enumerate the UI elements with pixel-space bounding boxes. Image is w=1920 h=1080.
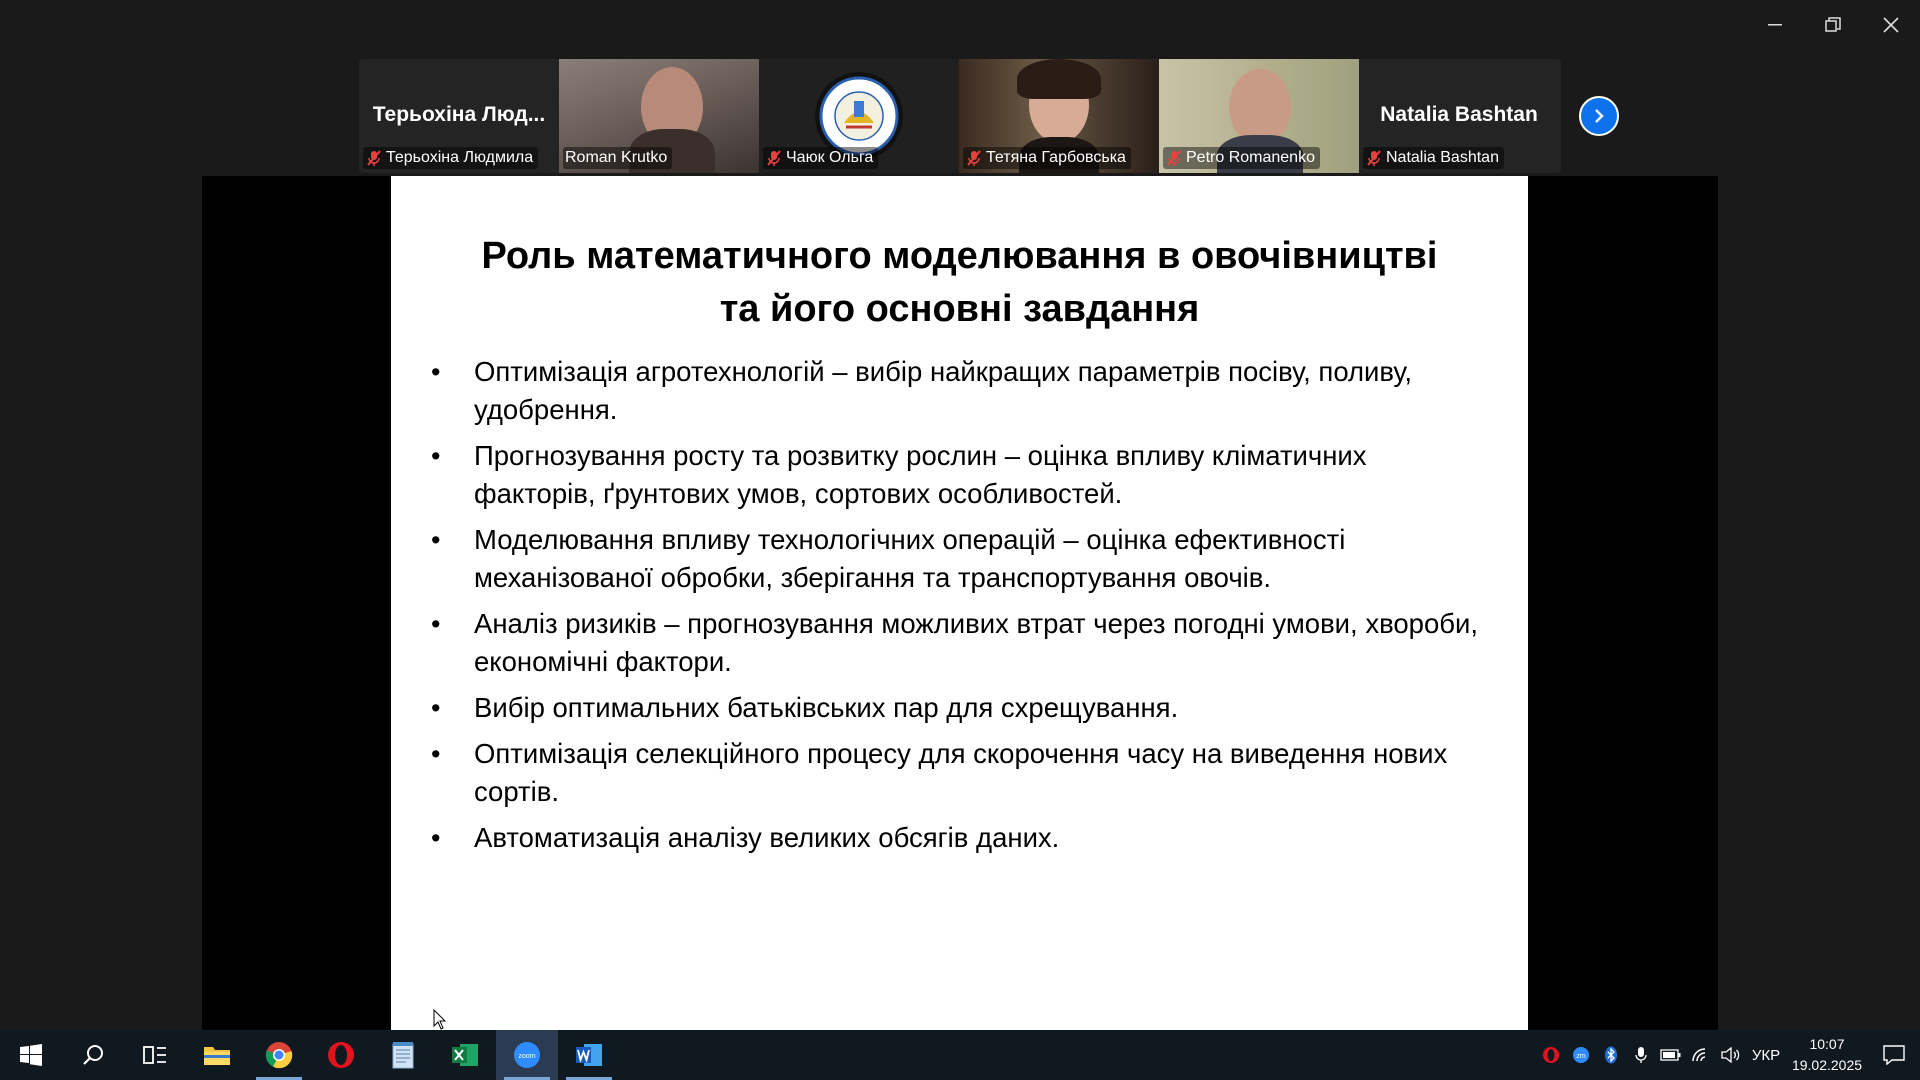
participant-name-label: Roman Krutko <box>563 147 673 169</box>
tray-wifi[interactable] <box>1686 1030 1716 1080</box>
participant-tile-active-speaker[interactable]: Roman Krutko <box>559 59 759 173</box>
taskbar-clock[interactable]: 10:07 19.02.2025 <box>1786 1034 1868 1076</box>
volume-icon <box>1721 1047 1740 1063</box>
tray-opera[interactable] <box>1536 1030 1566 1080</box>
bullet-item: Аналіз ризиків – прогнозування можливих … <box>431 605 1491 681</box>
participant-name: Petro Romanenko <box>1186 149 1315 166</box>
tray-microphone[interactable] <box>1626 1030 1656 1080</box>
participant-name-label: Petro Romanenko <box>1163 147 1320 169</box>
task-view-button[interactable] <box>124 1030 186 1080</box>
participant-tile[interactable]: Natalia Bashtan Natalia Bashtan <box>1359 59 1559 173</box>
windows-icon <box>20 1044 42 1066</box>
bullet-item: Оптимізація агротехнологій – вибір найкр… <box>431 353 1491 429</box>
participant-name-label: Терьохіна Людмила <box>363 147 539 169</box>
participant-name-label: Тетяна Гарбовська <box>963 147 1131 169</box>
participant-tile[interactable]: Petro Romanenko <box>1159 59 1359 173</box>
slide-title-line-1: Роль математичного моделювання в овочівн… <box>481 235 1438 277</box>
window-controls <box>1746 0 1920 50</box>
mic-muted-icon <box>367 150 381 166</box>
bullet-item: Автоматизація аналізу великих обсягів да… <box>431 819 1491 857</box>
mic-muted-icon <box>1367 150 1381 166</box>
bullet-item: Вибір оптимальних батьківських пар для с… <box>431 689 1491 727</box>
participant-tile[interactable]: Тетяна Гарбовська <box>959 59 1159 173</box>
taskbar-chrome[interactable] <box>248 1030 310 1080</box>
taskbar-notepad[interactable] <box>372 1030 434 1080</box>
slide-title-line-2: та його основні завдання <box>719 288 1200 330</box>
input-language-indicator[interactable]: УКР <box>1746 1047 1786 1064</box>
opera-tray-icon <box>1543 1047 1559 1063</box>
folder-icon <box>204 1047 230 1065</box>
start-button[interactable] <box>0 1030 62 1080</box>
bluetooth-icon <box>1605 1046 1617 1064</box>
tray-volume[interactable] <box>1716 1030 1746 1080</box>
taskbar-file-explorer[interactable] <box>186 1030 248 1080</box>
participant-tile[interactable]: Терьохіна Люд... Терьохіна Людмила <box>359 59 559 173</box>
bullet-item: Моделювання впливу технологічних операці… <box>431 521 1491 597</box>
participant-name: Тетяна Гарбовська <box>986 149 1126 166</box>
minimize-icon <box>1768 24 1782 26</box>
close-button[interactable] <box>1862 0 1920 50</box>
slide-title: Роль математичного моделювання в овочівн… <box>391 230 1528 336</box>
task-view-icon <box>143 1046 166 1064</box>
bullet-item: Оптимізація селекційного процесу для ско… <box>431 735 1491 811</box>
participant-name-label: Natalia Bashtan <box>1363 147 1504 169</box>
notification-icon <box>1883 1045 1905 1065</box>
close-icon <box>1883 17 1899 33</box>
participant-tile[interactable]: Чаюк Ольга <box>759 59 959 173</box>
svg-text:zoom: zoom <box>518 1053 535 1060</box>
next-participants-button[interactable] <box>1579 96 1619 136</box>
microphone-icon <box>1635 1047 1647 1063</box>
taskbar: zoom zm УКР 10:07 19.02.2025 <box>0 1030 1920 1080</box>
battery-icon <box>1660 1049 1681 1061</box>
chevron-right-icon <box>1595 109 1604 123</box>
mouse-cursor-icon <box>433 1009 447 1030</box>
participant-name-label: Чаюк Ольга <box>763 147 879 169</box>
zoom-tray-icon: zm <box>1573 1047 1589 1063</box>
zoom-icon: zoom <box>514 1042 540 1068</box>
svg-text:zm: zm <box>1576 1053 1586 1060</box>
search-icon <box>83 1045 103 1065</box>
participant-display-name: Терьохіна Люд... <box>372 103 546 126</box>
opera-icon <box>328 1042 354 1068</box>
system-tray: zm УКР 10:07 19.02.2025 <box>1536 1030 1920 1080</box>
taskbar-zoom[interactable]: zoom <box>496 1030 558 1080</box>
taskbar-word[interactable] <box>558 1030 620 1080</box>
taskbar-excel[interactable] <box>434 1030 496 1080</box>
word-icon <box>576 1044 602 1066</box>
participant-display-name: Natalia Bashtan <box>1380 103 1538 126</box>
restore-button[interactable] <box>1804 0 1862 50</box>
participant-name: Roman Krutko <box>565 149 668 166</box>
tray-zoom[interactable]: zm <box>1566 1030 1596 1080</box>
mic-muted-icon <box>1167 150 1181 166</box>
bullet-item: Прогнозування росту та розвитку рослин –… <box>431 437 1491 513</box>
action-center-button[interactable] <box>1868 1030 1920 1080</box>
tray-bluetooth[interactable] <box>1596 1030 1626 1080</box>
excel-icon <box>452 1044 478 1066</box>
restore-icon <box>1825 17 1841 32</box>
participant-name: Терьохіна Людмила <box>386 149 534 166</box>
clock-time: 10:07 <box>1809 1036 1845 1052</box>
taskbar-opera[interactable] <box>310 1030 372 1080</box>
mic-muted-icon <box>767 150 781 166</box>
participant-strip: Терьохіна Люд... Терьохіна Людмила Roman… <box>359 59 1561 173</box>
slide-bullet-list: Оптимізація агротехнологій – вибір найкр… <box>431 353 1491 865</box>
search-button[interactable] <box>62 1030 124 1080</box>
participant-name: Чаюк Ольга <box>786 149 874 166</box>
presentation-slide: Роль математичного моделювання в овочівн… <box>391 176 1528 1030</box>
chrome-icon <box>265 1042 293 1069</box>
tray-battery[interactable] <box>1656 1030 1686 1080</box>
minimize-button[interactable] <box>1746 0 1804 50</box>
mic-muted-icon <box>967 150 981 166</box>
clock-date: 19.02.2025 <box>1791 1057 1863 1073</box>
wifi-icon <box>1692 1048 1706 1062</box>
participant-name: Natalia Bashtan <box>1386 149 1499 166</box>
notepad-icon <box>392 1042 414 1069</box>
